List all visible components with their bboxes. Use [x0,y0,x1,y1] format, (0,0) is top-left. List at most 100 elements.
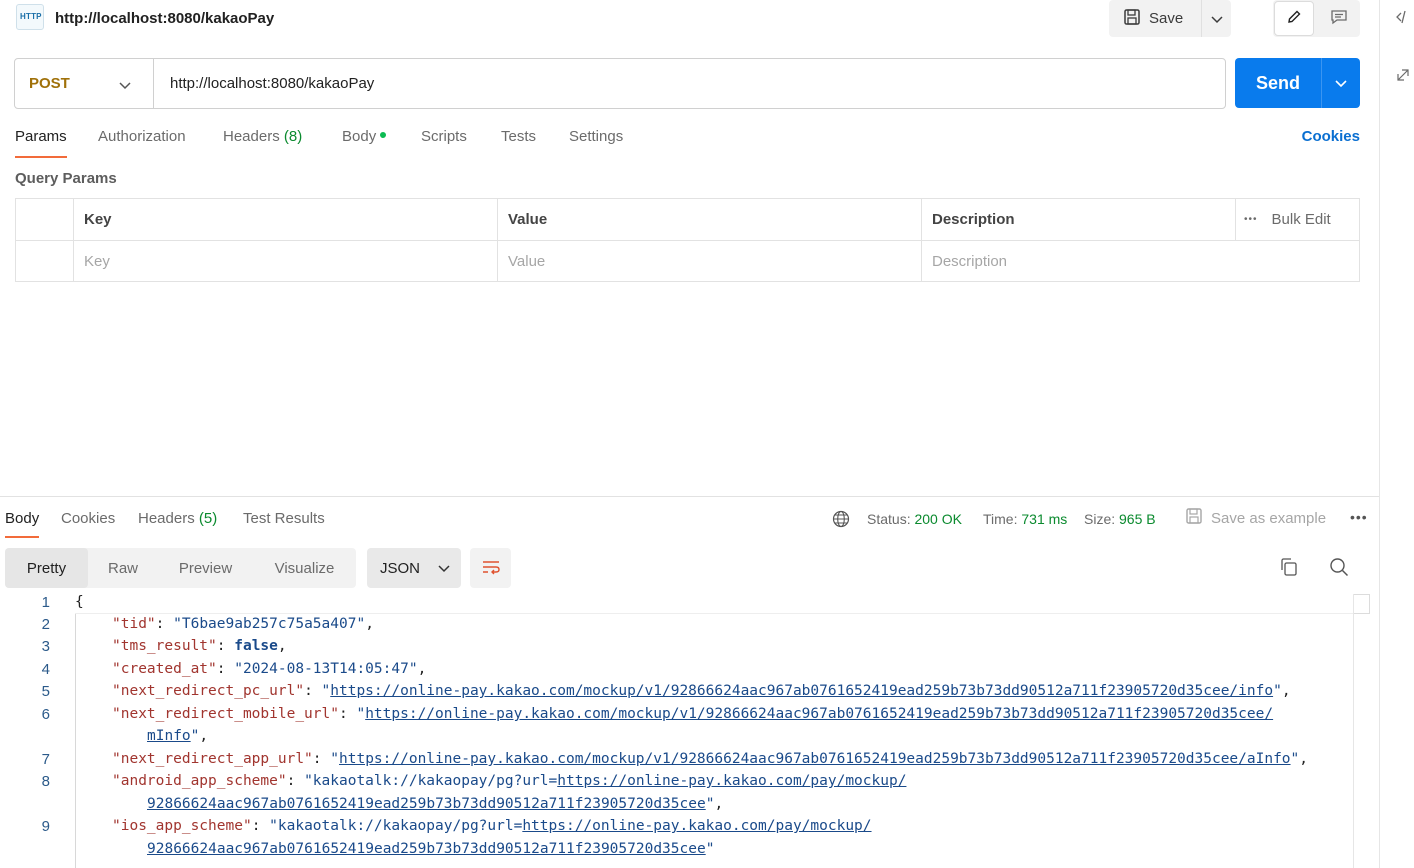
json-punct: , [417,661,427,677]
search-icon[interactable] [1329,557,1349,580]
tab-label: Cookies [61,510,116,527]
send-button-group: Send [1235,58,1360,108]
view-pretty[interactable]: Pretty [5,548,88,588]
format-label: JSON [380,559,421,577]
collapse-icon[interactable] [1396,68,1410,85]
tab-response-headers[interactable]: Headers (5) [138,510,217,538]
code-first-line-highlight [75,594,1370,614]
json-boolean: false [234,638,278,654]
table-header-row: Key Value Description ••• Bulk Edit [16,199,1359,241]
url-input[interactable] [170,75,1210,92]
code-line: "ios_app_scheme": "kakaotalk://kakaopay/… [112,818,872,834]
json-link[interactable]: https://online-pay.kakao.com/mockup/v1/9… [339,751,1291,767]
size-label: Size: [1084,511,1116,527]
json-link[interactable]: https://online-pay.kakao.com/mockup/v1/9… [365,706,1273,722]
code-line: "created_at": "2024-08-13T14:05:47", [112,661,427,677]
view-preview[interactable]: Preview [158,548,253,588]
save-button[interactable]: Save [1109,0,1201,37]
json-string: " [356,706,366,722]
json-string: " [321,683,331,699]
json-string: " [1290,751,1300,767]
tab-response-body[interactable]: Body [5,510,40,538]
key-input[interactable]: Key [73,241,497,282]
description-input[interactable]: Description [921,241,1359,282]
time-label: Time: [983,511,1018,527]
json-string: "kakaotalk://kakaopay/pg?url= [304,773,558,789]
wrap-lines-button[interactable] [470,548,511,588]
send-options-button[interactable] [1321,58,1360,108]
right-rail [1379,0,1414,868]
code-line: "tid": "T6bae9ab257c75a5a407", [112,616,374,632]
json-key: "tid" [112,616,156,632]
json-link[interactable]: 92866624aac967ab0761652419ead259b73b73dd… [147,796,706,812]
tab-count: (8) [283,128,303,145]
view-toggle-group [1273,0,1360,37]
json-link[interactable]: https://online-pay.kakao.com/pay/mockup/ [522,818,871,834]
save-icon [1123,8,1141,30]
code-icon[interactable] [1396,10,1410,27]
code-line: "next_redirect_mobile_url": "https://onl… [112,706,1274,722]
time-value: 731 ms [1021,511,1068,527]
json-link[interactable]: https://online-pay.kakao.com/pay/mockup/ [557,773,906,789]
json-string: "T6bae9ab257c75a5a407" [173,616,366,632]
tab-label: Headers [138,510,195,527]
query-params-title: Query Params [15,170,117,187]
tab-test-results[interactable]: Test Results [243,510,325,538]
method-select[interactable]: POST [15,59,154,108]
status-info[interactable]: Status: 200 OK [867,511,962,527]
cookies-link[interactable]: Cookies [1302,128,1360,145]
tab-settings[interactable]: Settings [569,128,623,158]
code-line-continuation: 92866624aac967ab0761652419ead259b73b73dd… [147,796,723,812]
tab-params[interactable]: Params [15,128,67,158]
json-string: "2024-08-13T14:05:47" [234,661,418,677]
tab-count: (5) [198,510,218,527]
time-info[interactable]: Time: 731 ms [983,511,1067,527]
edit-button[interactable] [1274,1,1314,36]
tab-label: Headers [223,128,280,145]
request-tabs: Params Authorization Headers (8) Body Sc… [15,128,1360,158]
globe-icon[interactable] [832,510,850,531]
more-options-icon[interactable]: ••• [1350,509,1368,525]
body-indicator-dot [380,132,387,139]
json-link[interactable]: https://online-pay.kakao.com/mockup/v1/9… [330,683,1273,699]
code-line: "next_redirect_pc_url": "https://online-… [112,683,1291,699]
value-input[interactable]: Value [497,241,921,282]
tab-label: Settings [569,128,624,145]
request-title[interactable]: http://localhost:8080/kakaoPay [55,10,274,27]
view-raw[interactable]: Raw [88,548,158,588]
json-link[interactable]: mInfo [147,728,191,744]
json-string: " [705,841,715,857]
tab-authorization[interactable]: Authorization [98,128,186,158]
view-visualize[interactable]: Visualize [253,548,356,588]
more-options-icon[interactable]: ••• [1244,214,1258,225]
tab-label: Authorization [98,128,186,145]
bulk-edit-button[interactable]: Bulk Edit [1272,211,1331,228]
pencil-icon [1286,9,1302,28]
send-button[interactable]: Send [1235,58,1321,108]
code-right-border [1353,594,1354,868]
code-line: { [75,594,84,610]
chevron-down-icon [1210,11,1223,27]
comments-button[interactable] [1319,0,1359,37]
json-link[interactable]: 92866624aac967ab0761652419ead259b73b73dd… [147,841,706,857]
line-number: 3 [41,638,50,655]
json-string: " [1273,683,1282,699]
copy-icon[interactable] [1279,557,1299,580]
save-options-button[interactable] [1201,0,1231,37]
response-code-view[interactable]: 1 { 2 "tid": "T6bae9ab257c75a5a407", 3 "… [0,594,1370,868]
tab-tests[interactable]: Tests [501,128,536,158]
tab-scripts[interactable]: Scripts [421,128,467,158]
tab-headers[interactable]: Headers (8) [223,128,302,158]
column-header-value: Value [497,199,921,240]
save-group: Save [1109,0,1231,37]
size-info[interactable]: Size: 965 B [1084,511,1156,527]
json-punct: , [714,796,724,812]
json-punct: , [277,638,287,654]
format-select[interactable]: JSON [367,548,461,588]
tab-label: Body [342,128,377,145]
line-number: 2 [41,616,50,633]
tab-response-cookies[interactable]: Cookies [61,510,115,538]
save-as-example-button[interactable]: Save as example [1185,507,1326,529]
json-key: "next_redirect_app_url" [112,751,313,767]
tab-body[interactable]: Body [342,128,387,158]
